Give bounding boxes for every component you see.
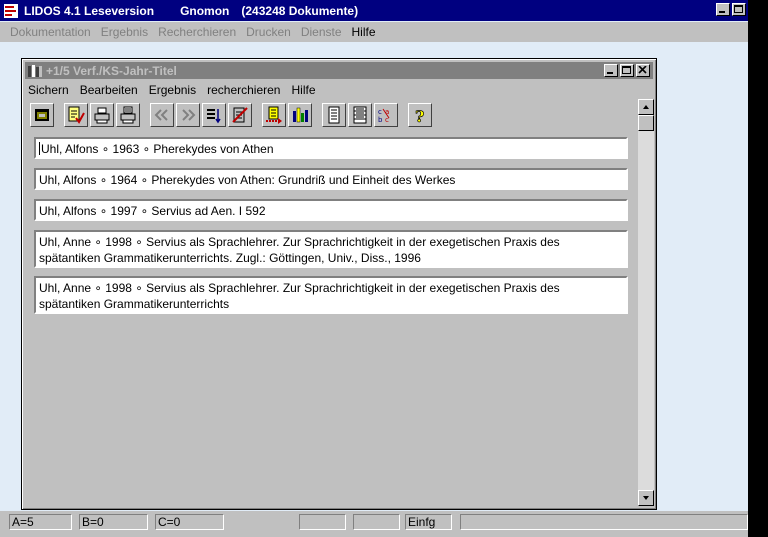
svg-text:b: b [378, 116, 383, 124]
app-titlebar[interactable]: LIDOS 4.1 Leseversion Gnomon (243248 Dok… [0, 0, 748, 21]
delete-icon [232, 107, 248, 123]
text-cursor [39, 142, 40, 155]
arrow-down-icon [643, 496, 649, 500]
status-field-empty-2 [353, 514, 400, 530]
database-name: Gnomon [180, 3, 230, 18]
window-button[interactable] [30, 103, 54, 127]
menu-ergebnis[interactable]: Ergebnis [149, 83, 196, 97]
status-b: B=0 [79, 514, 148, 530]
scroll-down-button[interactable] [638, 490, 654, 506]
record-item[interactable]: Uhl, Anne ∘ 1998 ∘ Servius als Sprachleh… [34, 276, 628, 314]
status-a: A=5 [9, 514, 72, 530]
menu-bearbeiten[interactable]: Bearbeiten [80, 83, 138, 97]
document-button[interactable] [322, 103, 346, 127]
menu-hilfe[interactable]: Hilfe [291, 83, 315, 97]
first-record-icon [154, 109, 168, 121]
help-icon: ? [415, 107, 425, 124]
child-maximize-button[interactable] [620, 64, 634, 77]
document-icon [328, 106, 340, 124]
svg-text:c: c [378, 108, 382, 116]
abc-sort-icon: c ab c [378, 108, 390, 124]
record-item[interactable]: Uhl, Alfons ∘ 1997 ∘ Servius ad Aen. I 5… [34, 199, 628, 221]
maximize-icon [734, 5, 743, 13]
app-menubar: Dokumentation Ergebnis Recherchieren Dru… [0, 22, 748, 42]
app-window-controls [716, 3, 746, 16]
record-item[interactable]: Uhl, Alfons ∘ 1964 ∘ Pherekydes von Athe… [34, 168, 628, 190]
delete-button[interactable] [228, 103, 252, 127]
statistics-button[interactable] [288, 103, 312, 127]
app-menu-drucken[interactable]: Drucken [246, 25, 291, 39]
export-button[interactable] [262, 103, 286, 127]
sort-button[interactable] [202, 103, 226, 127]
book-stack-icon [28, 64, 42, 77]
last-record-button[interactable] [176, 103, 200, 127]
app-menu-ergebnis[interactable]: Ergebnis [101, 25, 148, 39]
app-menu-dienste[interactable]: Dienste [301, 25, 342, 39]
minimize-icon [719, 11, 725, 13]
statistics-icon [293, 107, 308, 123]
export-icon [266, 106, 282, 124]
scroll-up-button[interactable] [638, 99, 654, 115]
result-window-title: +1/5 Verf./KS-Jahr-Titel [46, 63, 177, 78]
print-button[interactable] [90, 103, 114, 127]
app-maximize-button[interactable] [732, 3, 746, 16]
window-icon [35, 109, 49, 121]
child-minimize-button[interactable] [604, 64, 618, 77]
record-list: Uhl, Alfons ∘ 1963 ∘ Pherekydes von Athe… [28, 133, 636, 505]
list-button[interactable] [348, 103, 372, 127]
scroll-thumb[interactable] [638, 115, 654, 131]
result-list-window: +1/5 Verf./KS-Jahr-Titel Sichern Bearbei… [21, 58, 657, 510]
arrow-up-icon [643, 105, 649, 109]
vertical-scrollbar[interactable] [638, 99, 654, 506]
toolbar: cabc ? [30, 102, 434, 128]
status-c: C=0 [155, 514, 224, 530]
print-list-button[interactable] [116, 103, 140, 127]
edit-check-button[interactable] [64, 103, 88, 127]
lidos-application-window: LIDOS 4.1 Leseversion Gnomon (243248 Dok… [0, 0, 748, 537]
status-message [460, 514, 748, 530]
app-menu-dokumentation[interactable]: Dokumentation [10, 25, 91, 39]
status-field-empty-1 [299, 514, 346, 530]
menu-recherchieren[interactable]: recherchieren [207, 83, 280, 97]
maximize-icon [622, 66, 631, 74]
help-button[interactable]: ? [408, 103, 432, 127]
app-title: LIDOS 4.1 Leseversion [24, 3, 155, 18]
app-minimize-button[interactable] [716, 3, 730, 16]
list-icon [353, 106, 367, 124]
sort-icon [207, 109, 221, 124]
print-icon [94, 107, 110, 124]
last-record-icon [182, 109, 196, 121]
record-item[interactable]: Uhl, Anne ∘ 1998 ∘ Servius als Sprachleh… [34, 230, 628, 268]
app-menu-recherchieren[interactable]: Recherchieren [158, 25, 236, 39]
svg-text:?: ? [415, 107, 424, 124]
status-bar: A=5 B=0 C=0 Einfg [0, 511, 748, 537]
status-insert-mode: Einfg [405, 514, 452, 530]
menu-sichern[interactable]: Sichern [28, 83, 69, 97]
result-window-menubar: Sichern Bearbeiten Ergebnis recherchiere… [28, 81, 327, 99]
app-menu-hilfe[interactable]: Hilfe [352, 25, 376, 39]
record-item[interactable]: Uhl, Alfons ∘ 1963 ∘ Pherekydes von Athe… [34, 137, 628, 159]
result-window-controls [604, 64, 650, 77]
edit-check-icon [68, 106, 85, 124]
print-list-icon [120, 106, 136, 124]
document-count: (243248 Dokumente) [241, 3, 359, 18]
first-record-button[interactable] [150, 103, 174, 127]
result-window-titlebar[interactable]: +1/5 Verf./KS-Jahr-Titel [25, 62, 653, 79]
close-icon [638, 66, 647, 74]
minimize-icon [607, 72, 613, 74]
child-close-button[interactable] [636, 64, 650, 77]
lidos-app-icon [4, 3, 18, 18]
abc-sort-button[interactable]: cabc [374, 103, 398, 127]
